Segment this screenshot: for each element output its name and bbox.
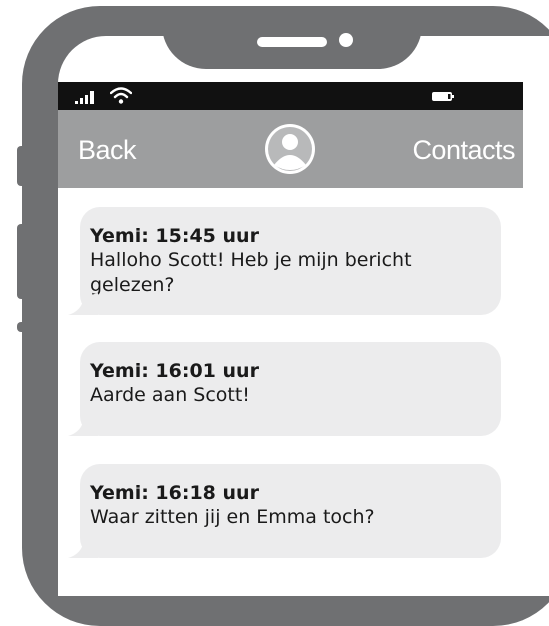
speaker-grille [257, 37, 327, 47]
contacts-button[interactable]: Contacts [412, 135, 515, 166]
battery-icon [432, 92, 454, 101]
bubble-tail [68, 293, 98, 315]
message-text: Aarde aan Scott! [90, 384, 250, 406]
user-avatar-icon[interactable] [264, 123, 316, 175]
back-button[interactable]: Back [78, 135, 137, 166]
front-camera [339, 33, 353, 47]
message-text: Waar zitten jij en Emma toch? [90, 506, 375, 528]
message-bubble[interactable]: Yemi: 16:01 uur Aarde aan Scott! [68, 342, 501, 436]
message-bubble[interactable]: Yemi: 15:45 uur Halloho Scott! Heb je mi… [68, 207, 501, 315]
message-header: Yemi: 16:18 uur [90, 482, 259, 504]
signal-bars-icon [75, 91, 94, 104]
message-bubble[interactable]: Yemi: 16:18 uur Waar zitten jij en Emma … [68, 464, 501, 558]
status-bar [58, 82, 523, 110]
wifi-icon [110, 87, 132, 104]
message-header: Yemi: 15:45 uur [90, 225, 259, 247]
bubble-tail [68, 414, 98, 436]
message-header: Yemi: 16:01 uur [90, 360, 259, 382]
bubble-tail [68, 536, 98, 558]
nav-bar: Back Contacts [58, 110, 523, 188]
message-text: Halloho Scott! Heb je mijn bericht gelez… [90, 249, 412, 296]
